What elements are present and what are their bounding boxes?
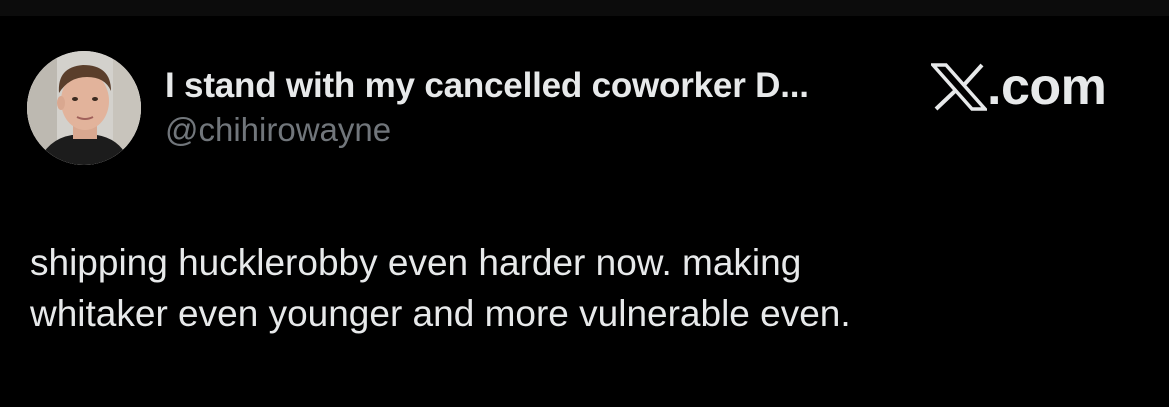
user-block: I stand with my cancelled coworker D... …: [165, 64, 809, 151]
tweet-line: whitaker even younger and more vulnerabl…: [30, 293, 851, 334]
tweet-text: shipping hucklerobby even harder now. ma…: [30, 237, 1130, 339]
user-handle[interactable]: @chihirowayne: [165, 109, 809, 151]
display-name[interactable]: I stand with my cancelled coworker D...: [165, 64, 809, 108]
avatar[interactable]: [27, 51, 141, 165]
top-strip: [0, 0, 1169, 16]
x-dot-com-brand: .com: [931, 58, 1107, 116]
avatar-photo: [27, 51, 141, 165]
brand-suffix: .com: [987, 58, 1107, 116]
tweet-line: shipping hucklerobby even harder now. ma…: [30, 242, 802, 283]
x-logo-icon: [931, 63, 987, 111]
